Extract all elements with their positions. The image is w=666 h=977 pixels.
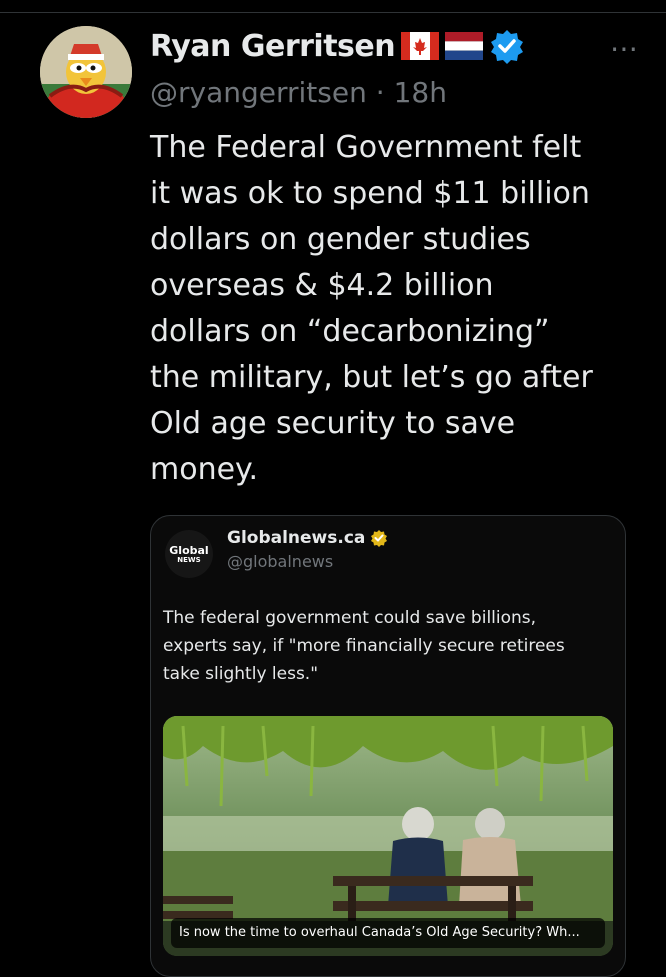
author-row: Ryan Gerritsen [150,28,525,64]
avatar[interactable] [40,26,132,118]
media-caption: Is now the time to overhaul Canada’s Old… [171,918,605,948]
tweet-time[interactable]: 18h [394,76,447,109]
logo-text-global: Global [169,543,209,557]
avatar-image [40,26,132,118]
quote-author-handle[interactable]: @globalnews [227,552,333,571]
quote-text: The federal government could save billio… [163,608,565,684]
canada-flag-icon [401,32,440,60]
tweet-header: Ryan Gerritsen ⋯ @ryangerritsen · 18h [150,28,646,118]
quote-media-image[interactable]: Is now the time to overhaul Canada’s Old… [163,716,613,956]
more-options-icon[interactable]: ⋯ [610,32,640,65]
logo-text-news: NEWS [177,555,201,564]
gold-verified-badge-icon [371,530,388,547]
author-name[interactable]: Ryan Gerritsen [150,29,396,64]
handle-row: @ryangerritsen · 18h [150,76,447,109]
divider [0,12,666,13]
separator: · [375,76,385,109]
quote-author-name[interactable]: Globalnews.ca [227,528,365,548]
verified-badge-icon [491,30,524,64]
tweet-text: The Federal Government felt it was ok to… [150,130,593,487]
author-handle[interactable]: @ryangerritsen [150,76,367,109]
netherlands-flag-icon [445,32,484,60]
quote-author-row: Globalnews.ca [227,528,388,548]
quoted-tweet[interactable]: Global NEWS Globalnews.ca @globalnews Th… [150,515,626,977]
globalnews-logo-icon[interactable]: Global NEWS [165,530,213,578]
